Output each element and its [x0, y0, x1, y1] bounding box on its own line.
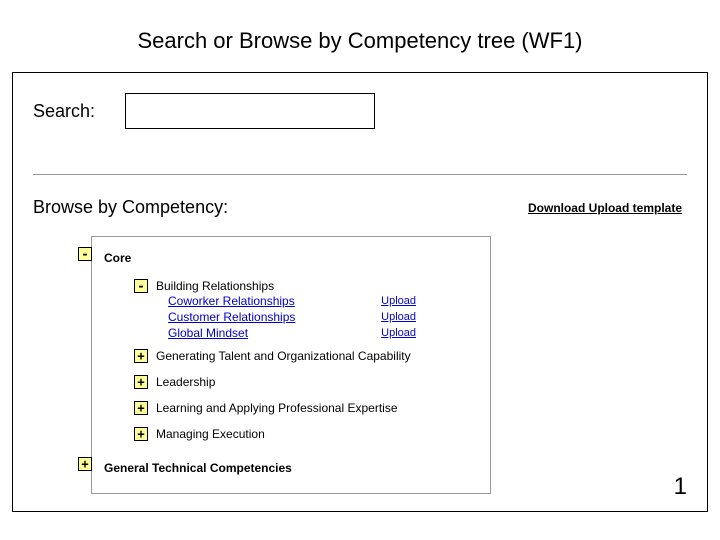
browse-header: Browse by Competency: Download Upload te…: [33, 197, 687, 218]
tree-label-managing: Managing Execution: [156, 427, 265, 441]
tree-label-gentalent: Generating Talent and Organizational Cap…: [156, 349, 411, 363]
tree-label-leadership: Leadership: [156, 375, 215, 389]
expand-icon[interactable]: +: [78, 457, 92, 471]
tree-node-gentalent: + Generating Talent and Organizational C…: [134, 345, 476, 367]
tree-label-core: Core: [104, 251, 131, 265]
competency-tree: - Core - Building Relationships Coworker…: [91, 236, 491, 494]
divider: [33, 174, 687, 175]
upload-link[interactable]: Upload: [381, 309, 416, 325]
upload-link[interactable]: Upload: [381, 293, 416, 309]
tree-node-gentech: + General Technical Competencies: [104, 457, 476, 479]
tree-node-learning: + Learning and Applying Professional Exp…: [134, 397, 476, 419]
expand-icon[interactable]: +: [134, 375, 148, 389]
tree-node-leadership: + Leadership: [134, 371, 476, 393]
expand-icon[interactable]: +: [134, 401, 148, 415]
tree-node-building: - Building Relationships Coworker Relati…: [134, 279, 476, 341]
tree-label-learning: Learning and Applying Professional Exper…: [156, 401, 398, 415]
collapse-icon[interactable]: -: [78, 247, 92, 261]
page-number: 1: [674, 473, 687, 501]
collapse-icon[interactable]: -: [134, 279, 148, 293]
expand-icon[interactable]: +: [134, 427, 148, 441]
leaf-customer[interactable]: Customer Relationships: [168, 310, 295, 324]
leaf-coworker[interactable]: Coworker Relationships: [168, 294, 295, 308]
upload-link[interactable]: Upload: [381, 325, 416, 341]
tree-label-gentech: General Technical Competencies: [104, 461, 292, 475]
search-input[interactable]: [125, 93, 375, 129]
search-label: Search:: [33, 101, 95, 122]
main-panel: Search: Browse by Competency: Download U…: [12, 72, 708, 512]
download-template-link[interactable]: Download Upload template: [528, 201, 682, 215]
leaf-global[interactable]: Global Mindset: [168, 326, 248, 340]
tree-node-managing: + Managing Execution: [134, 423, 476, 445]
expand-icon[interactable]: +: [134, 349, 148, 363]
tree-label-building: Building Relationships: [156, 279, 476, 293]
search-row: Search:: [33, 93, 687, 129]
browse-label: Browse by Competency:: [33, 197, 228, 218]
tree-node-core: - Core - Building Relationships Coworker…: [104, 247, 476, 445]
page-title: Search or Browse by Competency tree (WF1…: [0, 0, 720, 72]
